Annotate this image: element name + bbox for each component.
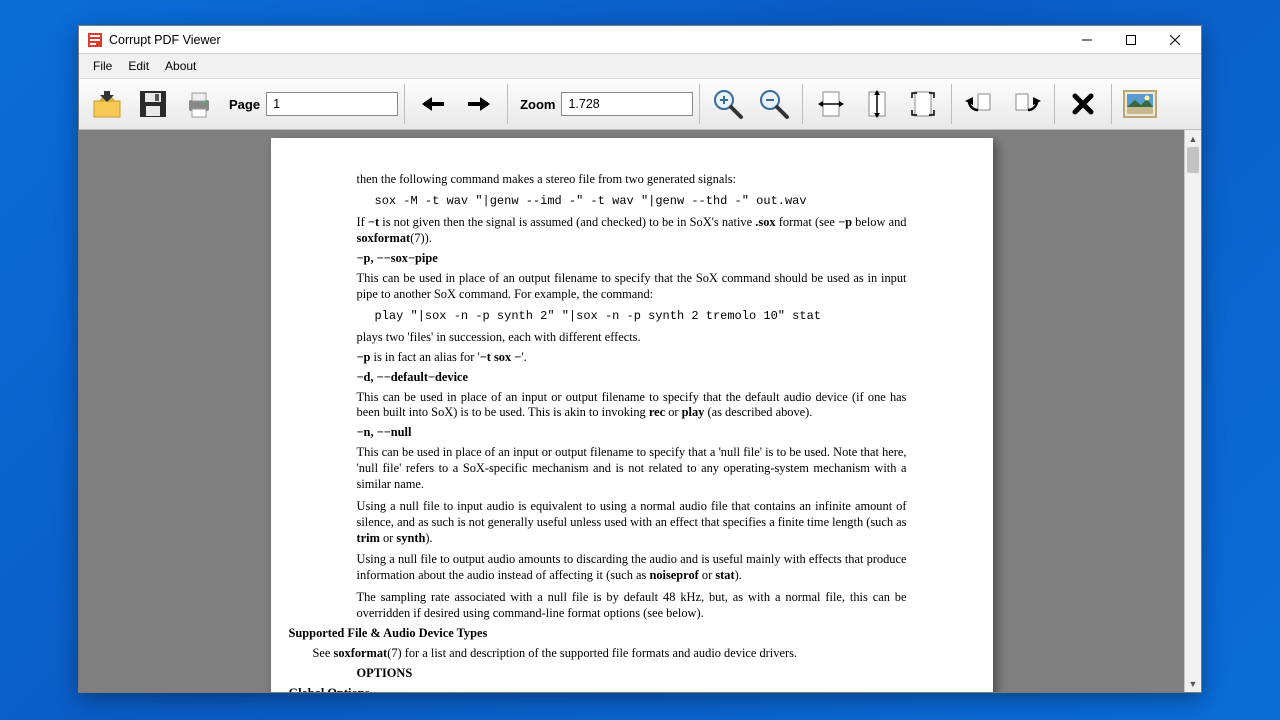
- document-viewport: then the following command makes a stere…: [79, 130, 1201, 692]
- toolbar: Page Zoom: [79, 78, 1201, 130]
- doc-text: Using a null file to output audio amount…: [357, 552, 907, 584]
- desktop-background: Corrupt PDF Viewer File Edit About Page: [0, 0, 1280, 720]
- option-heading: −p, −−sox−pipe: [357, 251, 907, 267]
- menu-file[interactable]: File: [85, 56, 120, 76]
- doc-text: This can be used in place of an input or…: [357, 390, 907, 422]
- doc-text: See soxformat(7) for a list and descript…: [313, 646, 907, 662]
- fit-width-button[interactable]: [809, 82, 853, 126]
- app-window: Corrupt PDF Viewer File Edit About Page: [78, 25, 1202, 693]
- zoom-in-button[interactable]: [706, 82, 750, 126]
- fit-height-button[interactable]: [855, 82, 899, 126]
- page-area[interactable]: then the following command makes a stere…: [79, 130, 1184, 692]
- doc-code: sox -M -t wav "|genw --imd -" -t wav "|g…: [375, 194, 907, 209]
- section-heading: Global Options: [289, 686, 907, 692]
- rotate-right-button[interactable]: [1004, 82, 1048, 126]
- fit-page-button[interactable]: [901, 82, 945, 126]
- doc-text: If −t is not given then the signal is as…: [357, 215, 907, 247]
- scroll-thumb[interactable]: [1187, 147, 1199, 173]
- picture-button[interactable]: [1118, 82, 1162, 126]
- zoom-input[interactable]: [561, 92, 693, 116]
- maximize-button[interactable]: [1109, 26, 1153, 54]
- app-icon: [87, 32, 103, 48]
- section-heading: Supported File & Audio Device Types: [289, 626, 907, 642]
- page-label: Page: [229, 97, 260, 112]
- open-button[interactable]: [85, 82, 129, 126]
- minimize-button[interactable]: [1065, 26, 1109, 54]
- option-heading: −d, −−default−device: [357, 370, 907, 386]
- prev-page-button[interactable]: [411, 82, 455, 126]
- scroll-track[interactable]: [1185, 147, 1201, 675]
- menu-about[interactable]: About: [157, 56, 204, 76]
- clear-button[interactable]: [1061, 82, 1105, 126]
- section-heading: OPTIONS: [357, 666, 907, 682]
- vertical-scrollbar[interactable]: ▲ ▼: [1184, 130, 1201, 692]
- zoom-label: Zoom: [520, 97, 555, 112]
- print-button[interactable]: [177, 82, 221, 126]
- titlebar[interactable]: Corrupt PDF Viewer: [79, 26, 1201, 54]
- doc-text: This can be used in place of an output f…: [357, 271, 907, 303]
- scroll-up-icon[interactable]: ▲: [1185, 130, 1201, 147]
- doc-text: Using a null file to input audio is equi…: [357, 499, 907, 547]
- zoom-out-button[interactable]: [752, 82, 796, 126]
- option-heading: −n, −−null: [357, 425, 907, 441]
- pdf-page: then the following command makes a stere…: [271, 138, 993, 692]
- menubar: File Edit About: [79, 54, 1201, 78]
- window-title: Corrupt PDF Viewer: [109, 33, 221, 47]
- page-input[interactable]: [266, 92, 398, 116]
- doc-text: The sampling rate associated with a null…: [357, 590, 907, 622]
- close-button[interactable]: [1153, 26, 1197, 54]
- doc-code: play "|sox -n -p synth 2" "|sox -n -p sy…: [375, 309, 907, 324]
- menu-edit[interactable]: Edit: [120, 56, 157, 76]
- save-button[interactable]: [131, 82, 175, 126]
- doc-text: −p is in fact an alias for '−t sox −'.: [357, 350, 907, 366]
- doc-text: then the following command makes a stere…: [357, 172, 907, 188]
- next-page-button[interactable]: [457, 82, 501, 126]
- doc-text: plays two 'files' in succession, each wi…: [357, 330, 907, 346]
- doc-text: This can be used in place of an input or…: [357, 445, 907, 493]
- scroll-down-icon[interactable]: ▼: [1185, 675, 1201, 692]
- rotate-left-button[interactable]: [958, 82, 1002, 126]
